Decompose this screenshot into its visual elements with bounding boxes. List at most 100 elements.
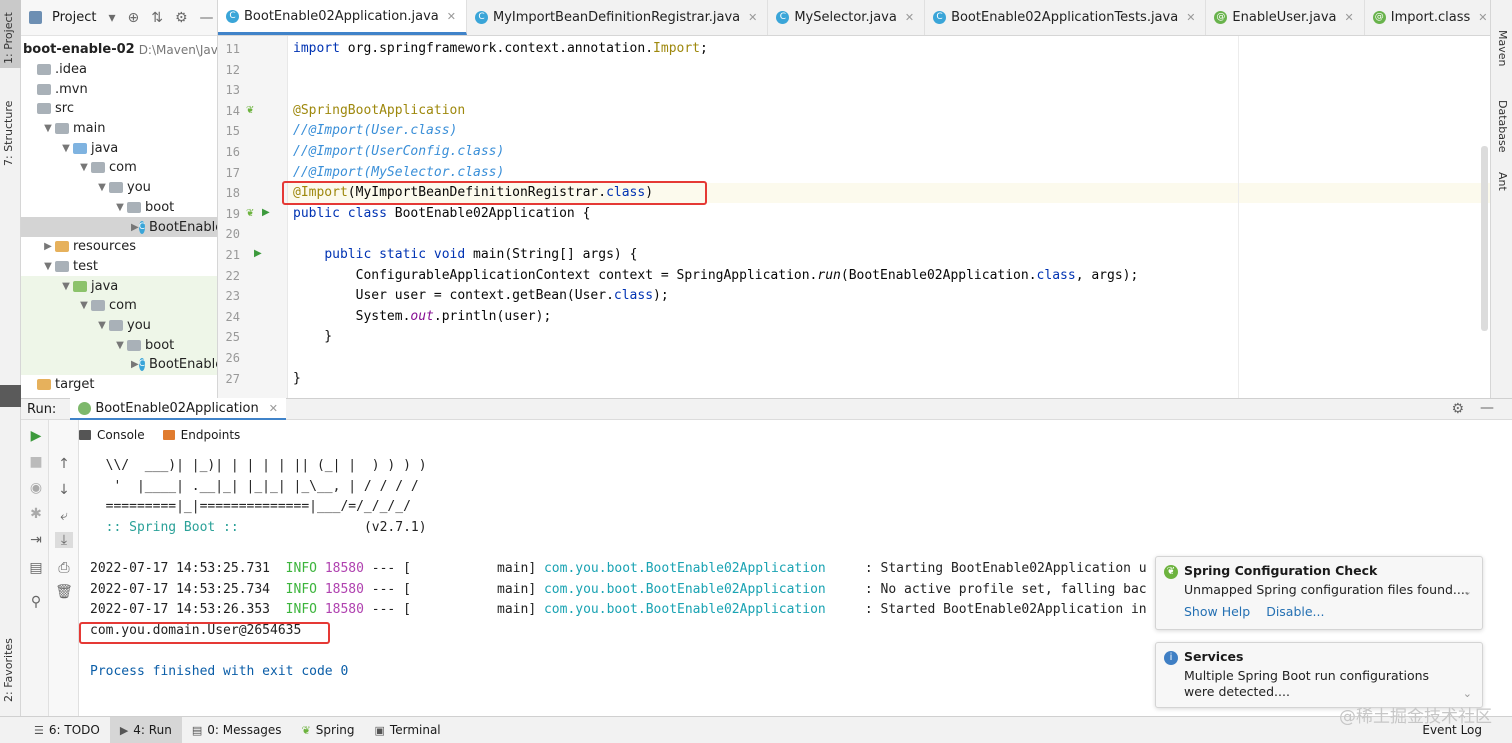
console-tab[interactable]: Console [79,428,145,442]
chevron-down-icon[interactable]: ⌄ [1463,687,1472,700]
tree-item[interactable]: ▼ main [21,119,217,139]
gear-icon[interactable]: ⚙ [1451,401,1464,417]
minimize-icon[interactable]: — [1480,400,1494,416]
tree-item[interactable]: .mvn [21,79,217,99]
code-line[interactable]: import org.springframework.context.annot… [293,39,708,59]
chevron-down-icon[interactable]: ▼ [113,340,127,351]
chevron-down-icon[interactable]: ▼ [95,320,109,331]
close-icon[interactable]: ✕ [905,11,914,24]
editor-tab[interactable]: @ Import.class ✕ [1365,0,1490,35]
camera-icon[interactable]: ◉ [27,480,45,496]
code-line[interactable]: public class BootEnable02Application { [293,204,590,224]
chevron-down-icon[interactable]: ▼ [77,162,91,173]
close-icon[interactable]: ✕ [1345,11,1354,24]
terminal-tool-button[interactable]: ▣ Terminal [365,717,451,743]
services-notification[interactable]: i Services Multiple Spring Boot run conf… [1155,642,1483,708]
chevron-right-icon[interactable]: ▶ [131,359,139,370]
tree-item[interactable]: ▶C BootEnable0 [21,217,217,237]
project-tool-tab[interactable]: 1: Project [0,0,21,68]
spring-bean-icon[interactable]: ❦ [246,208,254,219]
editor-tab[interactable]: C BootEnable02Application.java ✕ [218,0,467,35]
arrow-down-icon[interactable]: ↓ [55,482,73,498]
chevron-down-icon[interactable]: ▼ [41,261,55,272]
minimize-icon[interactable]: — [200,10,214,26]
close-icon[interactable]: ✕ [1478,11,1487,24]
editor-tab[interactable]: C MySelector.java ✕ [768,0,926,35]
tree-item[interactable]: ▼ you [21,178,217,198]
console-line[interactable]: com.you.domain.User@2654635 [90,621,301,641]
database-tool-tab[interactable]: Database [1496,100,1509,153]
chevron-down-icon[interactable]: ▼ [59,281,73,292]
favorites-tool-tab[interactable]: 2: Favorites [0,630,21,710]
soft-wrap-icon[interactable]: ⤶ [55,508,73,524]
chevron-down-icon[interactable]: ▼ [41,123,55,134]
close-icon[interactable]: ✕ [748,11,757,24]
maven-tool-tab[interactable]: Maven [1496,30,1509,66]
code-line[interactable]: //@Import(UserConfig.class) [293,142,504,162]
run-config-tab[interactable]: BootEnable02Application ✕ [70,398,286,420]
close-icon[interactable]: ✕ [269,402,278,415]
debug-icon[interactable]: ✱ [27,506,45,522]
tree-item[interactable]: ▼ boot [21,335,217,355]
console-line[interactable]: \\/ ___)| |_)| | | | | || (_| | ) ) ) ) [90,456,427,476]
tree-item[interactable]: ▼ you [21,315,217,336]
code-line[interactable]: User user = context.getBean(User.class); [293,286,669,306]
chevron-down-icon[interactable]: ▾ [108,10,115,26]
tree-item[interactable]: .idea [21,60,217,80]
tree-item[interactable]: boot-enable-02D:\Maven\JavaW [21,40,217,60]
layout-icon[interactable]: ▤ [27,560,45,576]
tree-item[interactable]: ▼ test [21,257,217,277]
pin-icon[interactable]: ⚲ [27,594,45,610]
close-icon[interactable]: ✕ [1186,11,1195,24]
code-line[interactable]: //@Import(MySelector.class) [293,163,504,183]
code-line[interactable]: //@Import(User.class) [293,121,457,141]
run-tool-button[interactable]: ▶ 4: Run [109,716,182,743]
console-line[interactable]: =========|_|==============|___/=/_/_/_/ [90,497,411,517]
structure-tool-tab[interactable]: 7: Structure [0,90,21,170]
run-gutter-icon[interactable]: ▶ [254,248,262,259]
code-line[interactable]: public static void main(String[] args) { [293,245,637,265]
collapse-icon[interactable]: ⇅ [151,10,163,26]
console-line[interactable]: 2022-07-17 14:53:25.734 INFO 18580 --- [… [90,580,1147,600]
code-line[interactable]: } [293,327,332,347]
messages-tool-button[interactable]: ▤ 0: Messages [182,717,292,743]
code-editor[interactable]: 11 12 13 14 15 16 17 18 19 20 21 22 23 24 25 26 27 ❦ ❦ ▶ ▶ i… [218,36,1490,398]
scroll-to-end-icon[interactable]: ⤓ [55,532,73,548]
chevron-down-icon[interactable]: ▼ [77,300,91,311]
spring-tool-button[interactable]: ❦ Spring [292,717,365,743]
tree-item[interactable]: src [21,99,217,119]
chevron-down-icon[interactable]: ⌄ [1463,585,1472,598]
console-line[interactable]: 2022-07-17 14:53:26.353 INFO 18580 --- [… [90,600,1147,620]
project-panel-title[interactable]: Project [52,10,96,25]
spring-bean-icon[interactable]: ❦ [246,105,254,116]
close-icon[interactable]: ✕ [447,10,456,23]
show-help-link[interactable]: Show Help [1184,604,1250,619]
print-icon[interactable]: ⎙ [55,560,73,576]
console-line[interactable]: 2022-07-17 14:53:25.731 INFO 18580 --- [… [90,559,1147,579]
tree-item[interactable]: ▶ resources [21,237,217,257]
console-line[interactable]: Process finished with exit code 0 [90,662,348,682]
tree-item[interactable]: ▼ java [21,138,217,158]
console-line[interactable]: ' |____| .__|_| |_|_| |_\__, | / / / / [90,477,418,497]
tree-item[interactable]: ▼ com [21,295,217,316]
editor-tab[interactable]: C MyImportBeanDefinitionRegistrar.java ✕ [467,0,769,35]
tree-item[interactable]: ▼ com [21,158,217,178]
tree-item[interactable]: ▶C BootEnable0 [21,355,217,375]
spring-config-notification[interactable]: ❦ Spring Configuration Check Unmapped Sp… [1155,556,1483,630]
chevron-down-icon[interactable]: ▼ [113,202,127,213]
tree-item[interactable]: ▼ boot [21,198,217,218]
editor-tab[interactable]: @ EnableUser.java ✕ [1206,0,1365,35]
ant-tool-tab[interactable]: Ant [1496,172,1509,191]
chevron-down-icon[interactable]: ▼ [59,143,73,154]
gear-icon[interactable]: ⚙ [175,10,188,26]
editor-scrollbar[interactable] [1481,146,1488,331]
run-gutter-icon[interactable]: ▶ [262,207,270,218]
restore-layout-icon[interactable]: ⇥ [27,532,45,548]
chevron-right-icon[interactable]: ▶ [41,241,55,252]
arrow-up-icon[interactable]: ↑ [55,456,73,472]
code-line[interactable]: ConfigurableApplicationContext context =… [293,266,1139,286]
todo-tool-button[interactable]: ☰ 6: TODO [24,717,110,743]
rerun-icon[interactable]: ▶ [27,428,45,444]
endpoints-tab[interactable]: Endpoints [162,428,240,442]
tree-item[interactable]: ▼ java [21,276,217,296]
